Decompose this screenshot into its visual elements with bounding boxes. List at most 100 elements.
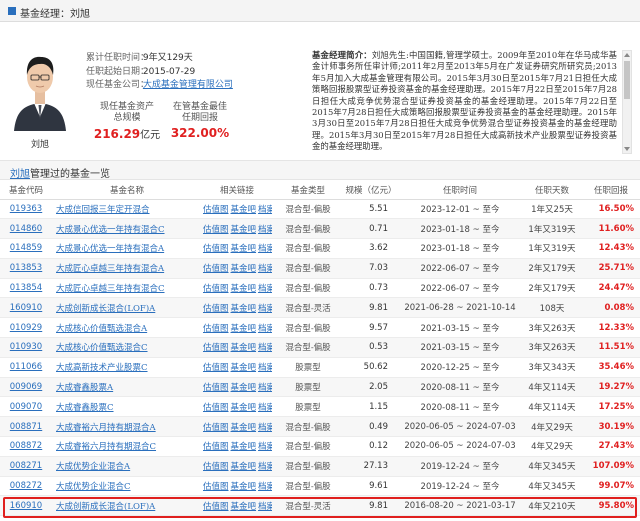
fund-name-link[interactable]: 大成信回报三年定开混合	[56, 205, 150, 215]
manager-avatar	[10, 45, 70, 131]
fund-profile-link[interactable]: 档案	[258, 383, 272, 393]
fund-forum-link[interactable]: 基金吧	[231, 225, 257, 235]
fund-code-link[interactable]: 010930	[10, 342, 42, 352]
valuation-chart-link[interactable]: 估值图	[203, 403, 229, 413]
fund-forum-link[interactable]: 基金吧	[231, 462, 257, 472]
fund-name-link[interactable]: 大成匠心卓越三年持有混合A	[56, 264, 164, 274]
fund-forum-link[interactable]: 基金吧	[231, 324, 257, 334]
fund-name-link[interactable]: 大成匠心卓越三年持有混合C	[56, 284, 165, 294]
fund-code-link[interactable]: 011066	[10, 362, 42, 372]
valuation-chart-link[interactable]: 估值图	[203, 264, 229, 274]
fund-code-link[interactable]: 009069	[10, 382, 42, 392]
valuation-chart-link[interactable]: 估值图	[203, 284, 229, 294]
tenure-return-cell: 16.50%	[582, 199, 640, 220]
fund-name-link[interactable]: 大成高新技术产业股票C	[56, 363, 148, 373]
scroll-down-icon[interactable]	[624, 147, 630, 151]
fund-profile-link[interactable]: 档案	[258, 205, 272, 215]
fund-profile-link[interactable]: 档案	[258, 244, 272, 254]
tenure-period-cell: 2022-06-07 ~ 至今	[398, 278, 522, 299]
info-key: 任职起始日期：	[86, 66, 150, 77]
fund-profile-link[interactable]: 档案	[258, 363, 272, 373]
valuation-chart-link[interactable]: 估值图	[203, 304, 229, 314]
fund-code-link[interactable]: 008872	[10, 441, 42, 451]
fund-profile-link[interactable]: 档案	[258, 304, 272, 314]
tenure-days-cell: 3年又263天	[522, 317, 582, 339]
valuation-chart-link[interactable]: 估值图	[203, 383, 229, 393]
fund-forum-link[interactable]: 基金吧	[231, 383, 257, 393]
fund-name-link[interactable]: 大成景心优选一年持有混合A	[56, 244, 164, 254]
fund-forum-link[interactable]: 基金吧	[231, 205, 257, 215]
valuation-chart-link[interactable]: 估值图	[203, 442, 229, 452]
aum-number: 216.29	[93, 127, 141, 141]
tenure-return-cell: 25.71%	[582, 258, 640, 279]
fund-code-link[interactable]: 019363	[10, 204, 42, 214]
fund-name-link[interactable]: 大成核心价值甄选混合C	[56, 343, 148, 353]
fund-forum-link[interactable]: 基金吧	[231, 403, 257, 413]
valuation-chart-link[interactable]: 估值图	[203, 363, 229, 373]
fund-code-link[interactable]: 008871	[10, 422, 42, 432]
fund-code-link[interactable]: 008271	[10, 461, 42, 471]
related-links-cell: 估值图基金吧档案	[202, 377, 272, 398]
fund-name-link[interactable]: 大成睿鑫股票A	[56, 383, 113, 393]
related-links-cell: 估值图基金吧档案	[202, 436, 272, 457]
highlight-box	[3, 497, 637, 518]
fund-forum-link[interactable]: 基金吧	[231, 442, 257, 452]
fund-profile-link[interactable]: 档案	[258, 462, 272, 472]
fund-name-link[interactable]: 大成优势企业混合C	[56, 482, 131, 492]
fund-name-link[interactable]: 大成景心优选一年持有混合C	[56, 225, 165, 235]
fund-scale-cell: 9.61	[344, 476, 398, 497]
fund-code-link[interactable]: 009070	[10, 402, 42, 412]
fund-name-link[interactable]: 大成睿裕六月持有期混合A	[56, 423, 156, 433]
scroll-up-icon[interactable]	[624, 53, 630, 57]
fund-profile-link[interactable]: 档案	[258, 442, 272, 452]
fund-type-cell: 混合型-偏股	[272, 278, 344, 299]
valuation-chart-link[interactable]: 估值图	[203, 205, 229, 215]
fund-name-cell: 大成核心价值甄选混合C	[52, 337, 202, 358]
fund-code-link[interactable]: 013854	[10, 283, 42, 293]
valuation-chart-link[interactable]: 估值图	[203, 324, 229, 334]
fund-forum-link[interactable]: 基金吧	[231, 423, 257, 433]
manager-name: 刘旭	[30, 140, 49, 150]
fund-forum-link[interactable]: 基金吧	[231, 264, 257, 274]
fund-name-link[interactable]: 大成核心价值甄选混合A	[56, 324, 147, 334]
fund-profile-link[interactable]: 档案	[258, 403, 272, 413]
fund-code-link[interactable]: 014860	[10, 224, 42, 234]
aum-value: 216.29亿元	[92, 126, 162, 141]
valuation-chart-link[interactable]: 估值图	[203, 343, 229, 353]
company-link[interactable]: 大成基金管理有限公司	[143, 80, 233, 90]
related-links-cell: 估值图基金吧档案	[202, 476, 272, 497]
fund-profile-link[interactable]: 档案	[258, 482, 272, 492]
fund-profile-link[interactable]: 档案	[258, 423, 272, 433]
fund-forum-link[interactable]: 基金吧	[231, 304, 257, 314]
fund-code-link[interactable]: 010929	[10, 323, 42, 333]
valuation-chart-link[interactable]: 估值图	[203, 423, 229, 433]
bio-scrollbar[interactable]	[622, 50, 632, 154]
fund-profile-link[interactable]: 档案	[258, 324, 272, 334]
fund-code-link[interactable]: 008272	[10, 481, 42, 491]
fund-code-cell: 008871	[0, 416, 52, 438]
valuation-chart-link[interactable]: 估值图	[203, 462, 229, 472]
valuation-chart-link[interactable]: 估值图	[203, 482, 229, 492]
valuation-chart-link[interactable]: 估值图	[203, 225, 229, 235]
fund-forum-link[interactable]: 基金吧	[231, 363, 257, 373]
fund-forum-link[interactable]: 基金吧	[231, 482, 257, 492]
fund-code-link[interactable]: 013853	[10, 263, 42, 273]
fund-forum-link[interactable]: 基金吧	[231, 284, 257, 294]
fund-name-link[interactable]: 大成优势企业混合A	[56, 462, 130, 472]
related-links-cell: 估值图基金吧档案	[202, 416, 272, 438]
fund-profile-link[interactable]: 档案	[258, 343, 272, 353]
fund-forum-link[interactable]: 基金吧	[231, 343, 257, 353]
valuation-chart-link[interactable]: 估值图	[203, 244, 229, 254]
fund-name-link[interactable]: 大成睿鑫股票C	[56, 403, 114, 413]
fund-profile-link[interactable]: 档案	[258, 225, 272, 235]
fund-profile-link[interactable]: 档案	[258, 264, 272, 274]
fund-name-link[interactable]: 大成创新成长混合(LOF)A	[56, 304, 155, 314]
fund-name-link[interactable]: 大成睿裕六月持有期混合C	[56, 442, 156, 452]
fund-code-link[interactable]: 160910	[10, 303, 42, 313]
info-value: 2015-07-29	[142, 66, 196, 77]
scroll-thumb[interactable]	[624, 61, 630, 99]
fund-profile-link[interactable]: 档案	[258, 284, 272, 294]
manager-name-link[interactable]: 刘旭	[10, 169, 30, 180]
fund-forum-link[interactable]: 基金吧	[231, 244, 257, 254]
fund-code-link[interactable]: 014859	[10, 243, 42, 253]
